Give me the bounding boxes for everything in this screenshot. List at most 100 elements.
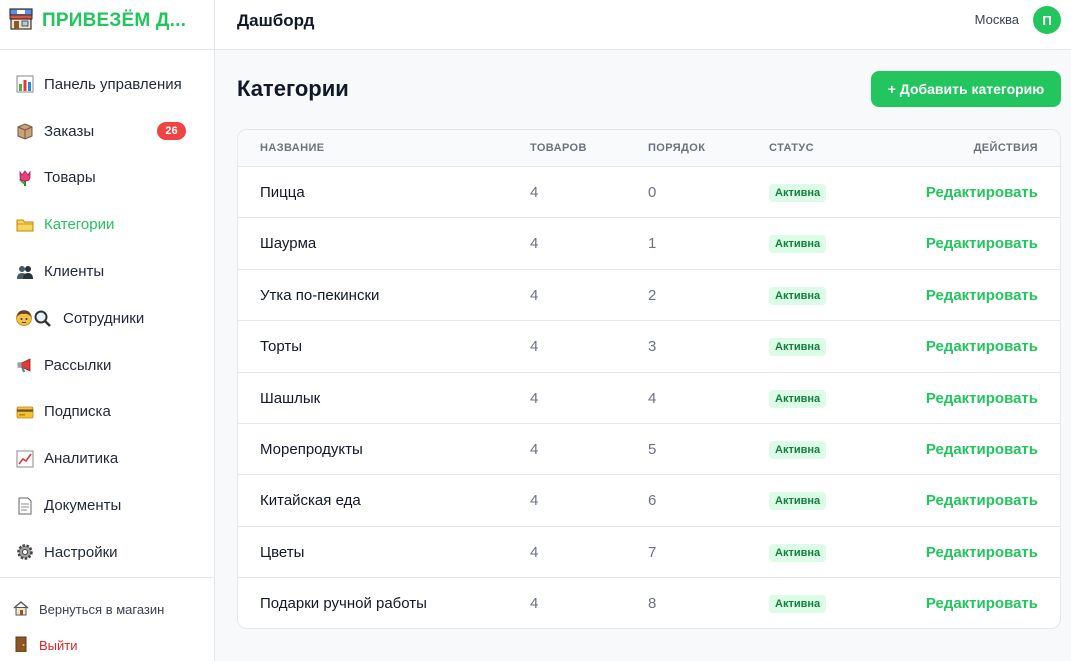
- sidebar-item-label: Рассылки: [44, 356, 112, 374]
- table-row: Шашлык 4 4 Активна Редактировать: [238, 373, 1060, 424]
- tulip-icon: [15, 168, 35, 188]
- table-row: Морепродукты 4 5 Активна Редактировать: [238, 424, 1060, 476]
- table-header: Название Товаров Порядок Статус Действия: [238, 130, 1060, 167]
- sort-order: 8: [648, 595, 657, 613]
- sidebar-item-label: Панель управления: [44, 75, 182, 93]
- door-icon: [13, 636, 29, 655]
- gear-icon: [15, 542, 35, 562]
- edit-link[interactable]: Редактировать: [926, 390, 1038, 407]
- status-badge: Активна: [769, 543, 827, 562]
- status-badge: Активна: [769, 235, 827, 254]
- table-row: Торты 4 3 Активна Редактировать: [238, 321, 1060, 373]
- status-badge: Активна: [769, 440, 827, 459]
- edit-link[interactable]: Редактировать: [926, 492, 1038, 509]
- sidebar-item-label: Сотрудники: [63, 309, 145, 327]
- edit-link[interactable]: Редактировать: [926, 235, 1038, 252]
- sidebar-item-staff[interactable]: Сотрудники: [0, 295, 214, 342]
- status-badge: Активна: [769, 595, 827, 614]
- back-to-store-label: Вернуться в магазин: [39, 601, 165, 617]
- sidebar-item-subscription[interactable]: Подписка: [0, 389, 214, 436]
- page-title: Категории: [237, 76, 349, 101]
- sidebar-item-clients[interactable]: Клиенты: [0, 248, 214, 295]
- document-icon: [15, 496, 35, 516]
- sidebar-nav: Панель управления Заказы 26 Товары Катег…: [0, 61, 214, 576]
- credit-card-icon: [15, 402, 35, 422]
- products-count: 4: [530, 492, 539, 510]
- sort-order: 1: [648, 235, 657, 253]
- orders-count-badge: 26: [157, 121, 186, 140]
- category-name: Утка по-пекински: [260, 286, 380, 304]
- sidebar-item-mailings[interactable]: Рассылки: [0, 342, 214, 389]
- edit-link[interactable]: Редактировать: [926, 338, 1038, 355]
- bar-chart-icon: [15, 74, 35, 94]
- sidebar-item-orders[interactable]: Заказы 26: [0, 108, 214, 155]
- sidebar-item-products[interactable]: Товары: [0, 155, 214, 202]
- topbar: Дашборд Москва П: [215, 0, 1071, 50]
- column-header-name: Название: [260, 142, 325, 154]
- products-count: 4: [530, 235, 539, 253]
- products-count: 4: [530, 286, 539, 304]
- sidebar-item-categories[interactable]: Категории: [0, 201, 214, 248]
- table-row: Пицца 4 0 Активна Редактировать: [238, 167, 1060, 219]
- sidebar-item-label: Заказы: [44, 122, 95, 140]
- products-count: 4: [530, 440, 539, 458]
- category-name: Торты: [260, 338, 302, 356]
- folder-icon: [15, 215, 35, 235]
- sort-order: 3: [648, 338, 657, 356]
- back-to-store-link[interactable]: Вернуться в магазин: [13, 598, 164, 620]
- add-category-button[interactable]: + Добавить категорию: [871, 71, 1061, 107]
- city-selector[interactable]: Москва: [975, 12, 1019, 27]
- status-badge: Активна: [769, 286, 827, 305]
- brand-name: ПРИВЕЗЁМ Д...: [42, 10, 187, 31]
- sidebar-item-label: Клиенты: [44, 263, 105, 281]
- edit-link[interactable]: Редактировать: [926, 287, 1038, 304]
- table-body: Пицца 4 0 Активна Редактировать Шаурма 4 1 Актив…: [238, 167, 1060, 628]
- divider: [0, 49, 214, 50]
- divider: [0, 577, 214, 578]
- avatar[interactable]: П: [1033, 6, 1061, 34]
- column-header-order: Порядок: [648, 142, 706, 154]
- category-name: Подарки ручной работы: [260, 595, 427, 613]
- brand[interactable]: ПРИВЕЗЁМ Д...: [0, 0, 214, 42]
- edit-link[interactable]: Редактировать: [926, 595, 1038, 612]
- edit-link[interactable]: Редактировать: [926, 544, 1038, 561]
- category-name: Пицца: [260, 184, 305, 201]
- sidebar-item-settings[interactable]: Настройки: [0, 529, 214, 576]
- line-chart-icon: [15, 449, 35, 469]
- house-icon: [13, 600, 29, 619]
- topbar-title: Дашборд: [237, 11, 315, 30]
- logout-label: Выйти: [39, 637, 78, 653]
- sidebar-item-label: Подписка: [44, 403, 111, 421]
- sidebar-item-label: Аналитика: [44, 450, 119, 468]
- status-badge: Активна: [769, 184, 827, 202]
- sort-order: 7: [648, 543, 657, 561]
- store-icon: [8, 6, 34, 37]
- sidebar-item-documents[interactable]: Документы: [0, 482, 214, 529]
- sort-order: 2: [648, 286, 657, 304]
- sidebar: ПРИВЕЗЁМ Д... Панель управления Заказы 2…: [0, 0, 215, 661]
- category-name: Морепродукты: [260, 440, 363, 458]
- sidebar-item-label: Настройки: [44, 543, 118, 561]
- sidebar-item-analytics[interactable]: Аналитика: [0, 435, 214, 482]
- status-badge: Активна: [769, 338, 827, 357]
- sort-order: 4: [648, 389, 657, 407]
- edit-link[interactable]: Редактировать: [926, 441, 1038, 458]
- sidebar-item-dashboard[interactable]: Панель управления: [0, 61, 214, 108]
- sort-order: 6: [648, 492, 657, 510]
- products-count: 4: [530, 543, 539, 561]
- sidebar-item-label: Товары: [44, 169, 96, 187]
- column-header-products: Товаров: [530, 142, 587, 154]
- products-count: 4: [530, 184, 539, 201]
- category-name: Цветы: [260, 543, 305, 561]
- edit-link[interactable]: Редактировать: [926, 184, 1038, 201]
- sidebar-item-label: Документы: [44, 497, 122, 515]
- categories-table: Название Товаров Порядок Статус Действия…: [237, 129, 1061, 629]
- table-row: Китайская еда 4 6 Активна Редактировать: [238, 475, 1060, 527]
- category-name: Шаурма: [260, 235, 317, 253]
- column-header-status: Статус: [769, 142, 814, 154]
- package-icon: [15, 121, 35, 141]
- products-count: 4: [530, 595, 539, 613]
- status-badge: Активна: [769, 492, 827, 511]
- status-badge: Активна: [769, 389, 827, 408]
- logout-link[interactable]: Выйти: [13, 634, 78, 656]
